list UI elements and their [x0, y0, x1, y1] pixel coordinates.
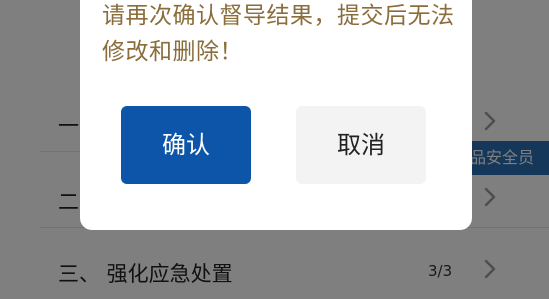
cancel-button[interactable]: 取消: [296, 106, 426, 184]
dialog-message: 请再次确认督导结果，提交后无法修改和删除！: [102, 3, 455, 65]
confirm-dialog: 请再次确认督导结果，提交后无法修改和删除！ 确认 取消: [80, 0, 472, 230]
screen: 一 品安全员 二 三、 强化应急处置 3/3 请再次确认督导结果，提交后无法修改…: [0, 0, 549, 299]
confirm-button[interactable]: 确认: [121, 106, 251, 184]
